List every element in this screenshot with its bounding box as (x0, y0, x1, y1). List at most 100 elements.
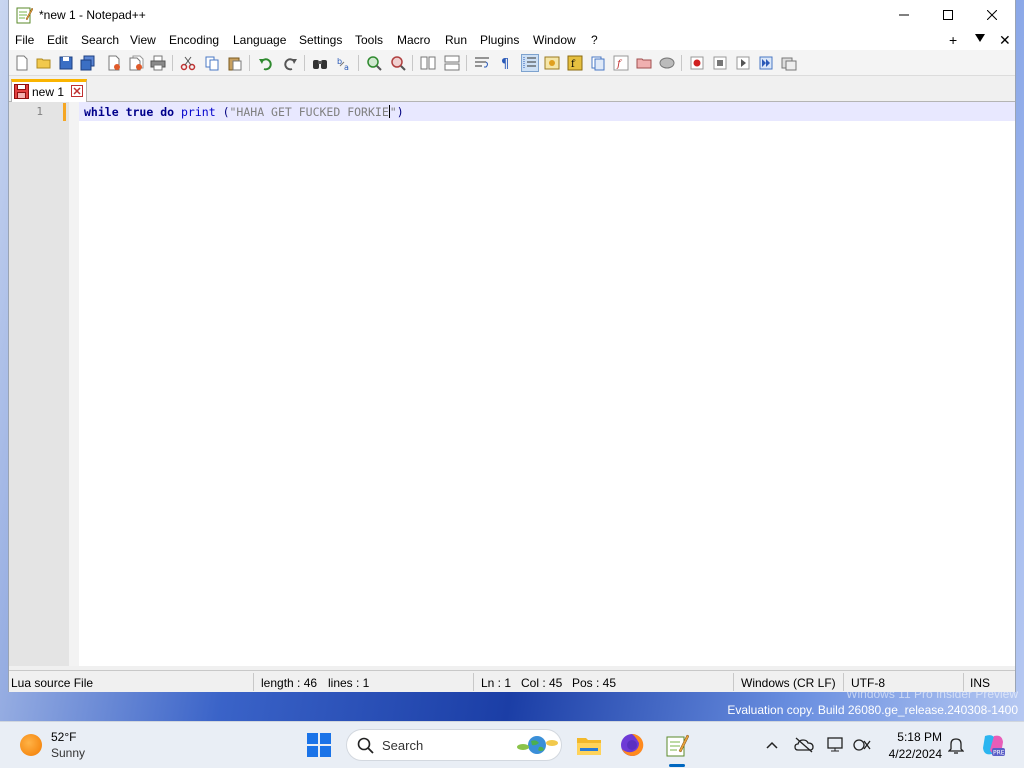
title-bar[interactable]: *new 1 - Notepad++ (9, 0, 1015, 30)
status-lines: lines : 1 (328, 676, 370, 690)
find-button[interactable] (311, 54, 329, 72)
status-encoding[interactable]: UTF-8 (851, 676, 885, 690)
string-literal: "HAHA GET FUCKED FORKIE (229, 105, 389, 119)
menu-file[interactable]: File (15, 33, 34, 47)
code-line[interactable]: while true do print ("HAHA GET FUCKED FO… (84, 105, 404, 119)
macro-save-button[interactable] (780, 54, 798, 72)
status-insert-mode[interactable]: INS (970, 676, 990, 690)
word-wrap-button[interactable] (473, 54, 491, 72)
sync-horizontal-button[interactable] (443, 54, 461, 72)
tab-label: new 1 (32, 85, 65, 99)
play-icon (736, 56, 750, 70)
menu-plugins[interactable]: Plugins (480, 33, 519, 47)
menu-macro[interactable]: Macro (397, 33, 430, 47)
copy-button[interactable] (203, 54, 221, 72)
redo-button[interactable] (281, 54, 299, 72)
macro-record-button[interactable] (688, 54, 706, 72)
windows-start-icon[interactable] (306, 732, 332, 758)
new-file-button[interactable] (13, 54, 31, 72)
minimize-button[interactable] (881, 0, 927, 30)
close-button[interactable] (969, 0, 1015, 30)
close-file-button[interactable] (105, 54, 123, 72)
sync-vertical-button[interactable] (419, 54, 437, 72)
show-all-chars-button[interactable]: ¶ (497, 54, 515, 72)
copilot-button[interactable]: PRE (980, 732, 1006, 758)
pilcrow-icon: ¶ (501, 57, 509, 71)
clock-time[interactable]: 5:18 PM (888, 730, 942, 744)
sun-icon[interactable] (20, 734, 42, 756)
folder-as-workspace-button[interactable]: f (612, 54, 630, 72)
onedrive-button[interactable] (794, 735, 814, 755)
search-label: Search (382, 738, 424, 753)
chevron-up-icon (766, 741, 778, 749)
menu-settings[interactable]: Settings (299, 33, 342, 47)
status-file-type: Lua source File (11, 676, 94, 690)
show-hidden-icons-button[interactable] (762, 735, 782, 755)
open-file-button[interactable] (35, 54, 53, 72)
tab-list-dropdown-icon[interactable] (975, 34, 985, 43)
function-list-button[interactable]: f (566, 54, 584, 72)
open-folder-icon (36, 58, 51, 69)
clock-date[interactable]: 4/22/2024 (880, 747, 942, 761)
monitoring-button[interactable] (658, 54, 676, 72)
sync-horizontal-icon (444, 55, 460, 71)
indent-guide-icon (523, 57, 536, 69)
taskbar-search-box[interactable]: Search (346, 729, 562, 761)
fold-margin[interactable] (69, 102, 79, 666)
unsaved-document-icon (14, 84, 29, 99)
menu-tools[interactable]: Tools (355, 33, 383, 47)
file-explorer-button[interactable] (574, 730, 604, 760)
indent-guide-button[interactable] (521, 54, 539, 72)
print-button[interactable] (149, 54, 167, 72)
save-all-button[interactable] (79, 54, 97, 72)
undo-icon (259, 58, 272, 71)
menu-help[interactable]: ? (591, 33, 598, 47)
paste-button[interactable] (226, 54, 244, 72)
status-separator (733, 673, 734, 691)
zoom-in-button[interactable] (365, 54, 383, 72)
network-disconnected-icon (853, 739, 871, 751)
notifications-button[interactable] (946, 735, 966, 755)
toolbar-separator (172, 55, 173, 71)
doc-map-button[interactable] (543, 54, 561, 72)
minimize-icon (899, 14, 909, 16)
network-button[interactable] (852, 735, 872, 755)
menu-run[interactable]: Run (445, 33, 467, 47)
firefox-button[interactable] (617, 730, 647, 760)
macro-stop-button[interactable] (711, 54, 729, 72)
close-document-button[interactable]: ✕ (999, 32, 1011, 49)
menu-language[interactable]: Language (233, 33, 286, 47)
menu-edit[interactable]: Edit (47, 33, 68, 47)
menu-view[interactable]: View (130, 33, 156, 47)
status-eol[interactable]: Windows (CR LF) (741, 676, 836, 690)
macro-run-multiple-button[interactable] (757, 54, 775, 72)
weather-temperature[interactable]: 52°F (51, 730, 76, 744)
zoom-out-button[interactable] (389, 54, 407, 72)
display-button[interactable] (826, 735, 846, 755)
toolbar-separator (304, 55, 305, 71)
project-panel-button[interactable] (635, 54, 653, 72)
tab-new-1[interactable]: new 1 (11, 79, 87, 102)
copy-icon (205, 56, 219, 71)
svg-text:PRE: PRE (993, 750, 1005, 757)
menu-window[interactable]: Window (533, 33, 576, 47)
new-file-icon (16, 55, 28, 71)
fast-forward-icon (759, 56, 773, 70)
cut-button[interactable] (179, 54, 197, 72)
replace-button[interactable]: ba (335, 54, 353, 72)
menu-encoding[interactable]: Encoding (169, 33, 219, 47)
clipboard-history-button[interactable] (589, 54, 607, 72)
macro-play-button[interactable] (734, 54, 752, 72)
tab-close-icon[interactable] (71, 85, 83, 97)
maximize-button[interactable] (925, 0, 971, 30)
line-number-gutter[interactable]: 1 (9, 102, 69, 666)
close-all-button[interactable] (127, 54, 145, 72)
notepadpp-taskbar-button[interactable] (662, 730, 692, 760)
editor-area[interactable]: 1 while true do print ("HAHA GET FUCKED … (9, 102, 1015, 666)
undo-button[interactable] (257, 54, 275, 72)
weather-description[interactable]: Sunny (51, 746, 85, 760)
save-button[interactable] (57, 54, 75, 72)
clipboard-history-icon (591, 56, 605, 71)
menu-search[interactable]: Search (81, 33, 119, 47)
new-tab-button[interactable]: + (949, 32, 957, 48)
